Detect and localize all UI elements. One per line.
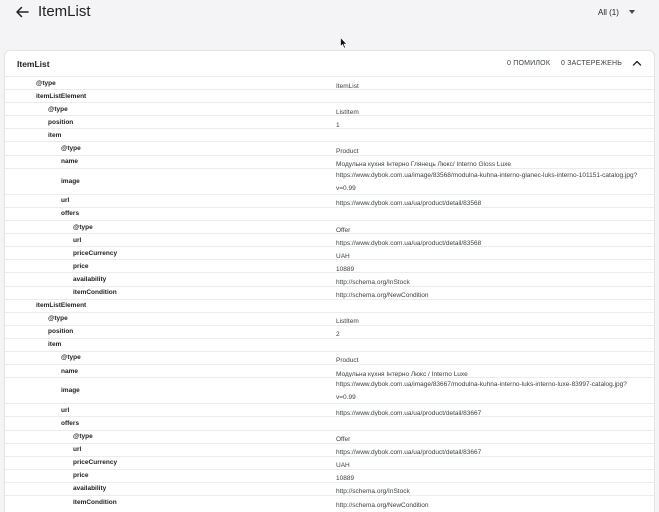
property-key: price	[73, 262, 89, 270]
back-arrow-icon[interactable]	[14, 4, 30, 20]
table-row: itemListElement	[5, 298, 654, 312]
property-value: https://www.dybok.com.ua/image/83667/mod…	[336, 381, 627, 402]
table-row: offers	[5, 206, 654, 220]
table-row: position 2	[5, 324, 654, 338]
errors-count: 0 ПОМИЛОК	[507, 60, 551, 67]
card-title: ItemList	[17, 59, 50, 69]
property-key: @type	[61, 144, 81, 152]
property-key: @type	[48, 315, 68, 323]
property-key: url	[61, 197, 70, 205]
table-row: itemCondition http://schema.org/NewCondit…	[5, 285, 654, 299]
table-row: item	[5, 128, 654, 141]
property-value: https://www.dybok.com.ua/image/83568/mod…	[336, 171, 638, 192]
table-row: image https://www.dybok.com.ua/image/8356…	[5, 167, 654, 194]
table-row: itemListElement	[5, 89, 654, 102]
table-row: url https://www.dybok.com.ua/ua/product/d…	[5, 193, 654, 207]
property-key: @type	[48, 105, 68, 113]
property-key: @type	[73, 223, 93, 231]
table-row: @type ListItem	[5, 311, 654, 325]
table-row: itemCondition http://schema.org/NewCondit…	[5, 495, 654, 509]
table-row: @type Product	[5, 350, 654, 364]
property-key: url	[61, 406, 70, 414]
table-row: price 10889	[5, 468, 654, 482]
table-row: price 10889	[5, 259, 654, 273]
table-row: @type Offer	[5, 220, 654, 234]
property-key: itemCondition	[73, 289, 117, 296]
property-key: url	[73, 446, 82, 454]
table-row: @type Product	[5, 141, 654, 155]
property-key: priceCurrency	[73, 459, 118, 467]
table-row: item	[5, 337, 654, 351]
property-key: position	[48, 118, 74, 126]
property-key: offers	[61, 419, 80, 427]
property-key: image	[61, 177, 80, 185]
filter-label: All (1)	[598, 7, 619, 17]
table-row: image https://www.dybok.com.ua/image/8366…	[5, 377, 654, 403]
property-key: availability	[73, 485, 107, 493]
property-key: @type	[73, 433, 93, 441]
chevron-up-icon[interactable]	[632, 59, 642, 67]
table-row: priceCurrency UAH	[5, 455, 654, 469]
property-key: name	[61, 158, 78, 166]
chevron-down-icon	[628, 10, 635, 14]
property-key: itemCondition	[73, 498, 117, 506]
property-key: name	[61, 367, 78, 375]
table-row: @type Offer	[5, 429, 654, 443]
property-key: @type	[36, 79, 56, 87]
property-value: http://schema.org/NewCondition	[336, 501, 429, 509]
card-header[interactable]: ItemList 0 ПОМИЛОК 0 ЗАСТЕРЕЖЕНЬ	[5, 51, 654, 76]
mouse-pointer-icon	[340, 37, 348, 49]
property-key: offers	[61, 210, 80, 218]
property-key: price	[73, 472, 89, 480]
property-key: item	[48, 341, 62, 349]
warnings-count: 0 ЗАСТЕРЕЖЕНЬ	[561, 60, 623, 67]
property-key: @type	[61, 354, 81, 362]
top-bar: ItemList All (1)	[0, 0, 659, 27]
table-row: url https://www.dybok.com.ua/ua/product/d…	[5, 233, 654, 247]
table-row: @type ListItem	[5, 102, 654, 116]
result-card: ItemList 0 ПОМИЛОК 0 ЗАСТЕРЕЖЕНЬ @type It…	[4, 50, 655, 512]
property-key: image	[61, 387, 80, 395]
property-key: position	[48, 328, 74, 336]
table-row: url https://www.dybok.com.ua/ua/product/d…	[5, 442, 654, 456]
table-row: offers	[5, 416, 654, 429]
property-key: availability	[73, 275, 107, 283]
table-row: name Модульна кухня Інтерно Люкс / Intern…	[5, 364, 654, 378]
table-row: name Модульна кухня Інтерно Глянець Люкс/…	[5, 154, 654, 168]
table-row: position 1	[5, 115, 654, 129]
page-title: ItemList	[38, 3, 91, 20]
table-row: priceCurrency UAH	[5, 246, 654, 260]
table-row: availability http://schema.org/InStock	[5, 272, 654, 286]
table-row: availability http://schema.org/InStock	[5, 481, 654, 495]
property-key: itemListElement	[36, 92, 87, 100]
table-row: @type ItemList	[5, 76, 654, 90]
property-key: itemListElement	[36, 302, 87, 310]
property-table: @type ItemList itemListElement @type ListI…	[5, 76, 654, 509]
property-key: item	[48, 131, 62, 139]
table-row: url https://www.dybok.com.ua/ua/product/d…	[5, 403, 654, 417]
property-key: priceCurrency	[73, 249, 118, 257]
property-key: url	[73, 236, 82, 244]
filter-dropdown[interactable]: All (1)	[598, 5, 635, 19]
